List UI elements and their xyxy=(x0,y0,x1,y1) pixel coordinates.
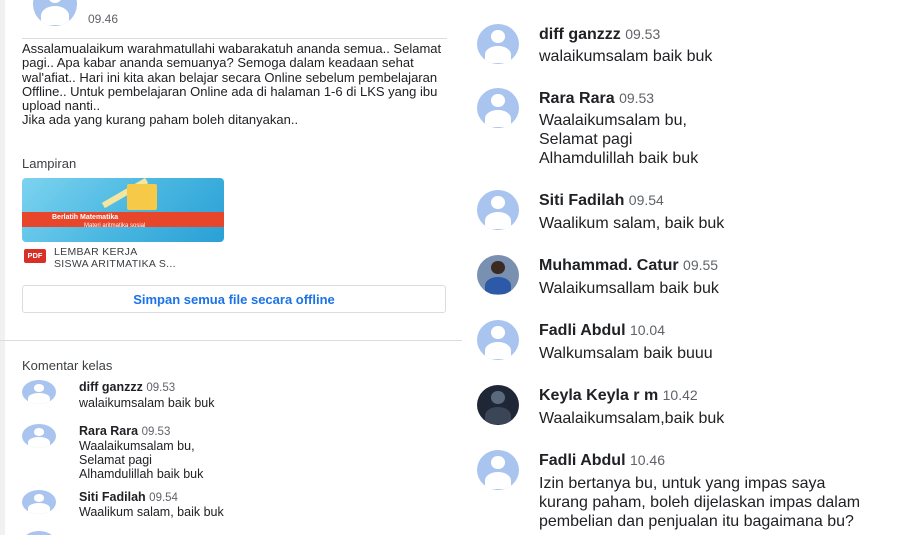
comment-time: 10.04 xyxy=(629,322,666,338)
comment-author: Rara Rara 09.53 xyxy=(539,90,655,107)
comment-avatar xyxy=(477,450,519,490)
comment-author: diff ganzzz 09.53 xyxy=(79,380,176,394)
comment-text: Waalaikumsalam bu, Selamat pagi Alhamdul… xyxy=(79,439,204,481)
comment-time: 09.53 xyxy=(619,90,655,106)
comment-author: Rara Rara 09.53 xyxy=(79,424,171,438)
comment-avatar xyxy=(22,490,56,514)
comment-avatar-photo xyxy=(477,385,519,425)
comment-time: 09.54 xyxy=(628,192,664,208)
comment-text: Walkumsalam baik buuu xyxy=(539,345,713,362)
post-header-divider xyxy=(22,38,447,39)
thumbnail-subtitle: Materi aritmatika sosial xyxy=(84,223,146,229)
comment-text: Walaikumsallam baik buk xyxy=(539,280,719,297)
pdf-icon: PDF xyxy=(24,249,46,263)
comment-time: 09.53 xyxy=(625,26,661,42)
comment-time: 10.42 xyxy=(662,387,698,403)
comment-text: Waalaikumsalam bu, Selamat pagi Alhamdul… xyxy=(539,112,699,167)
left-edge-strip xyxy=(0,0,5,535)
comment-author: Muhammad. Catur 09.55 xyxy=(539,257,719,274)
comment-avatar-photo xyxy=(477,255,519,295)
comment-avatar xyxy=(477,88,519,128)
comment-author: Siti Fadilah 09.54 xyxy=(539,192,664,209)
comment-text: Waalikum salam, baik buk xyxy=(539,215,725,232)
comment-avatar xyxy=(477,320,519,360)
comment-avatar xyxy=(22,380,56,404)
post-time: 09.46 xyxy=(88,12,119,26)
class-comments-label: Komentar kelas xyxy=(22,358,113,373)
comment-avatar xyxy=(477,24,519,64)
comment-time: 09.53 xyxy=(146,382,176,394)
thumbnail-title: Berlatih Matematika xyxy=(52,214,119,221)
comment-text: Izin bertanya bu, untuk yang impas saya … xyxy=(539,475,861,530)
classroom-post-panel: 09.46 Assalamualaikum warahmatullahi wab… xyxy=(0,0,462,535)
comment-avatar xyxy=(22,531,56,535)
calculator-illustration xyxy=(127,184,157,210)
comment-time: 10.46 xyxy=(629,452,666,468)
comment-text: walaikumsalam baik buk xyxy=(79,396,215,410)
comment-author: Keyla Keyla r m 10.42 xyxy=(539,387,698,404)
post-body: Assalamualaikum warahmatullahi wabarakat… xyxy=(22,41,442,128)
comment-time: 09.54 xyxy=(149,492,178,504)
comment-author: Siti Fadilah 09.54 xyxy=(79,490,178,504)
comment-author: Fadli Abdul 10.04 xyxy=(539,322,666,339)
comment-text: walaikumsalam baik buk xyxy=(539,48,713,65)
comment-text: Waalaikumsalam,baik buk xyxy=(539,410,725,427)
comment-time: 09.55 xyxy=(683,257,719,273)
save-offline-button[interactable]: Simpan semua file secara offline xyxy=(22,285,446,313)
teacher-avatar xyxy=(33,0,77,26)
comment-avatar xyxy=(22,424,56,448)
attachment-thumbnail[interactable]: Berlatih Matematika Materi aritmatika so… xyxy=(22,178,224,242)
comment-author: Fadli Abdul 10.46 xyxy=(539,452,666,469)
comments-divider xyxy=(0,340,462,341)
attachment-file-name[interactable]: LEMBAR KERJA SISWA ARITMATIKA S... xyxy=(54,246,176,270)
comments-zoom-panel: diff ganzzz 09.53 walaikumsalam baik buk… xyxy=(462,0,915,535)
attachments-label: Lampiran xyxy=(22,156,77,171)
comment-author: diff ganzzz 09.53 xyxy=(539,26,661,43)
comment-avatar xyxy=(477,190,519,230)
comment-time: 09.53 xyxy=(141,426,171,438)
comment-text: Waalikum salam, baik buk xyxy=(79,505,224,519)
